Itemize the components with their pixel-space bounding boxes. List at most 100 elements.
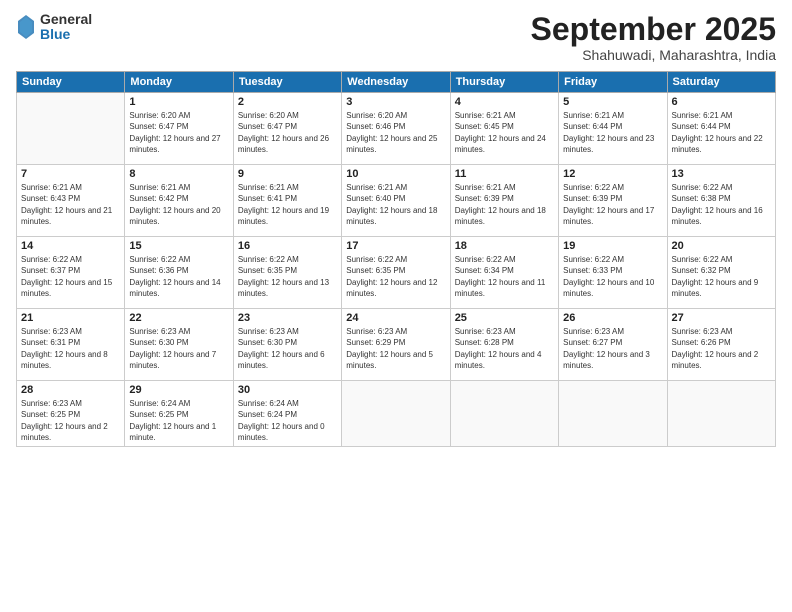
cell-info: Sunrise: 6:23 AM Sunset: 6:29 PM Dayligh… [346, 326, 445, 371]
logo: General Blue [16, 12, 92, 43]
week-row-1: 1 Sunrise: 6:20 AM Sunset: 6:47 PM Daylig… [17, 93, 776, 165]
cell-info: Sunrise: 6:20 AM Sunset: 6:47 PM Dayligh… [238, 110, 337, 155]
cell-2-4: 18 Sunrise: 6:22 AM Sunset: 6:34 PM Dayli… [450, 237, 558, 309]
cell-3-5: 26Sunrise: 6:23 AM Sunset: 6:27 PM Dayli… [559, 309, 667, 381]
col-sunday: Sunday [17, 72, 125, 93]
cell-info: Sunrise: 6:21 AM Sunset: 6:39 PM Dayligh… [455, 182, 554, 227]
cell-info: Sunrise: 6:21 AM Sunset: 6:40 PM Dayligh… [346, 182, 445, 227]
day-number: 1 [129, 96, 228, 108]
cell-0-2: 2 Sunrise: 6:20 AM Sunset: 6:47 PM Daylig… [233, 93, 341, 165]
calendar-table: Sunday Monday Tuesday Wednesday Thursday… [16, 71, 776, 447]
col-tuesday: Tuesday [233, 72, 341, 93]
cell-1-5: 12 Sunrise: 6:22 AM Sunset: 6:39 PM Dayli… [559, 165, 667, 237]
cell-4-0: 28Sunrise: 6:23 AM Sunset: 6:25 PM Dayli… [17, 381, 125, 447]
day-number: 13 [672, 168, 771, 180]
cell-info: Sunrise: 6:24 AM Sunset: 6:25 PM Dayligh… [129, 398, 228, 443]
cell-3-1: 22 Sunrise: 6:23 AM Sunset: 6:30 PM Dayli… [125, 309, 233, 381]
day-number: 18 [455, 240, 554, 252]
day-number: 26 [563, 312, 662, 324]
day-number: 4 [455, 96, 554, 108]
col-saturday: Saturday [667, 72, 775, 93]
day-number: 5 [563, 96, 662, 108]
cell-1-2: 9Sunrise: 6:21 AM Sunset: 6:41 PM Daylig… [233, 165, 341, 237]
cell-info: Sunrise: 6:20 AM Sunset: 6:47 PM Dayligh… [129, 110, 228, 155]
cell-3-3: 24 Sunrise: 6:23 AM Sunset: 6:29 PM Dayli… [342, 309, 450, 381]
week-row-2: 7Sunrise: 6:21 AM Sunset: 6:43 PM Daylig… [17, 165, 776, 237]
month-title: September 2025 [531, 12, 776, 47]
cell-info: Sunrise: 6:21 AM Sunset: 6:42 PM Dayligh… [129, 182, 228, 227]
week-row-5: 28Sunrise: 6:23 AM Sunset: 6:25 PM Dayli… [17, 381, 776, 447]
cell-2-5: 19 Sunrise: 6:22 AM Sunset: 6:33 PM Dayli… [559, 237, 667, 309]
cell-info: Sunrise: 6:22 AM Sunset: 6:39 PM Dayligh… [563, 182, 662, 227]
logo-general-text: General [40, 12, 92, 27]
day-number: 17 [346, 240, 445, 252]
day-number: 22 [129, 312, 228, 324]
cell-0-1: 1 Sunrise: 6:20 AM Sunset: 6:47 PM Daylig… [125, 93, 233, 165]
day-number: 20 [672, 240, 771, 252]
logo-text: General Blue [40, 12, 92, 43]
cell-info: Sunrise: 6:22 AM Sunset: 6:36 PM Dayligh… [129, 254, 228, 299]
day-number: 27 [672, 312, 771, 324]
cell-0-6: 6Sunrise: 6:21 AM Sunset: 6:44 PM Daylig… [667, 93, 775, 165]
cell-0-4: 4 Sunrise: 6:21 AM Sunset: 6:45 PM Daylig… [450, 93, 558, 165]
cell-info: Sunrise: 6:23 AM Sunset: 6:28 PM Dayligh… [455, 326, 554, 371]
cell-4-3 [342, 381, 450, 447]
cell-info: Sunrise: 6:23 AM Sunset: 6:26 PM Dayligh… [672, 326, 771, 371]
cell-2-3: 17Sunrise: 6:22 AM Sunset: 6:35 PM Dayli… [342, 237, 450, 309]
cell-2-2: 16 Sunrise: 6:22 AM Sunset: 6:35 PM Dayli… [233, 237, 341, 309]
cell-info: Sunrise: 6:22 AM Sunset: 6:34 PM Dayligh… [455, 254, 554, 299]
cell-info: Sunrise: 6:23 AM Sunset: 6:30 PM Dayligh… [238, 326, 337, 371]
cell-info: Sunrise: 6:22 AM Sunset: 6:37 PM Dayligh… [21, 254, 120, 299]
day-number: 24 [346, 312, 445, 324]
cell-3-2: 23Sunrise: 6:23 AM Sunset: 6:30 PM Dayli… [233, 309, 341, 381]
day-number: 16 [238, 240, 337, 252]
cell-1-0: 7Sunrise: 6:21 AM Sunset: 6:43 PM Daylig… [17, 165, 125, 237]
cell-info: Sunrise: 6:23 AM Sunset: 6:30 PM Dayligh… [129, 326, 228, 371]
cell-0-5: 5 Sunrise: 6:21 AM Sunset: 6:44 PM Daylig… [559, 93, 667, 165]
week-row-3: 14 Sunrise: 6:22 AM Sunset: 6:37 PM Dayli… [17, 237, 776, 309]
cell-info: Sunrise: 6:21 AM Sunset: 6:45 PM Dayligh… [455, 110, 554, 155]
logo-blue-text: Blue [40, 27, 92, 42]
header: General Blue September 2025 Shahuwadi, M… [16, 12, 776, 63]
cell-info: Sunrise: 6:21 AM Sunset: 6:44 PM Dayligh… [672, 110, 771, 155]
cell-4-6 [667, 381, 775, 447]
cell-3-0: 21 Sunrise: 6:23 AM Sunset: 6:31 PM Dayli… [17, 309, 125, 381]
day-number: 30 [238, 384, 337, 396]
day-number: 25 [455, 312, 554, 324]
day-number: 2 [238, 96, 337, 108]
day-number: 21 [21, 312, 120, 324]
col-thursday: Thursday [450, 72, 558, 93]
day-number: 8 [129, 168, 228, 180]
cell-4-2: 30 Sunrise: 6:24 AM Sunset: 6:24 PM Dayli… [233, 381, 341, 447]
cell-info: Sunrise: 6:21 AM Sunset: 6:44 PM Dayligh… [563, 110, 662, 155]
cell-2-0: 14 Sunrise: 6:22 AM Sunset: 6:37 PM Dayli… [17, 237, 125, 309]
cell-1-3: 10 Sunrise: 6:21 AM Sunset: 6:40 PM Dayli… [342, 165, 450, 237]
page: General Blue September 2025 Shahuwadi, M… [0, 0, 792, 612]
cell-1-1: 8 Sunrise: 6:21 AM Sunset: 6:42 PM Daylig… [125, 165, 233, 237]
cell-0-0 [17, 93, 125, 165]
cell-info: Sunrise: 6:22 AM Sunset: 6:33 PM Dayligh… [563, 254, 662, 299]
location-subtitle: Shahuwadi, Maharashtra, India [531, 47, 776, 63]
day-number: 19 [563, 240, 662, 252]
cell-0-3: 3Sunrise: 6:20 AM Sunset: 6:46 PM Daylig… [342, 93, 450, 165]
day-number: 28 [21, 384, 120, 396]
cell-2-1: 15Sunrise: 6:22 AM Sunset: 6:36 PM Dayli… [125, 237, 233, 309]
cell-info: Sunrise: 6:21 AM Sunset: 6:41 PM Dayligh… [238, 182, 337, 227]
logo-icon [16, 13, 36, 41]
cell-4-4 [450, 381, 558, 447]
title-block: September 2025 Shahuwadi, Maharashtra, I… [531, 12, 776, 63]
cell-info: Sunrise: 6:21 AM Sunset: 6:43 PM Dayligh… [21, 182, 120, 227]
day-number: 14 [21, 240, 120, 252]
cell-3-4: 25 Sunrise: 6:23 AM Sunset: 6:28 PM Dayli… [450, 309, 558, 381]
cell-info: Sunrise: 6:23 AM Sunset: 6:31 PM Dayligh… [21, 326, 120, 371]
cell-1-6: 13Sunrise: 6:22 AM Sunset: 6:38 PM Dayli… [667, 165, 775, 237]
cell-4-5 [559, 381, 667, 447]
day-number: 12 [563, 168, 662, 180]
day-number: 3 [346, 96, 445, 108]
day-number: 10 [346, 168, 445, 180]
cell-4-1: 29Sunrise: 6:24 AM Sunset: 6:25 PM Dayli… [125, 381, 233, 447]
header-row: Sunday Monday Tuesday Wednesday Thursday… [17, 72, 776, 93]
cell-info: Sunrise: 6:24 AM Sunset: 6:24 PM Dayligh… [238, 398, 337, 443]
cell-info: Sunrise: 6:22 AM Sunset: 6:35 PM Dayligh… [238, 254, 337, 299]
cell-info: Sunrise: 6:22 AM Sunset: 6:32 PM Dayligh… [672, 254, 771, 299]
